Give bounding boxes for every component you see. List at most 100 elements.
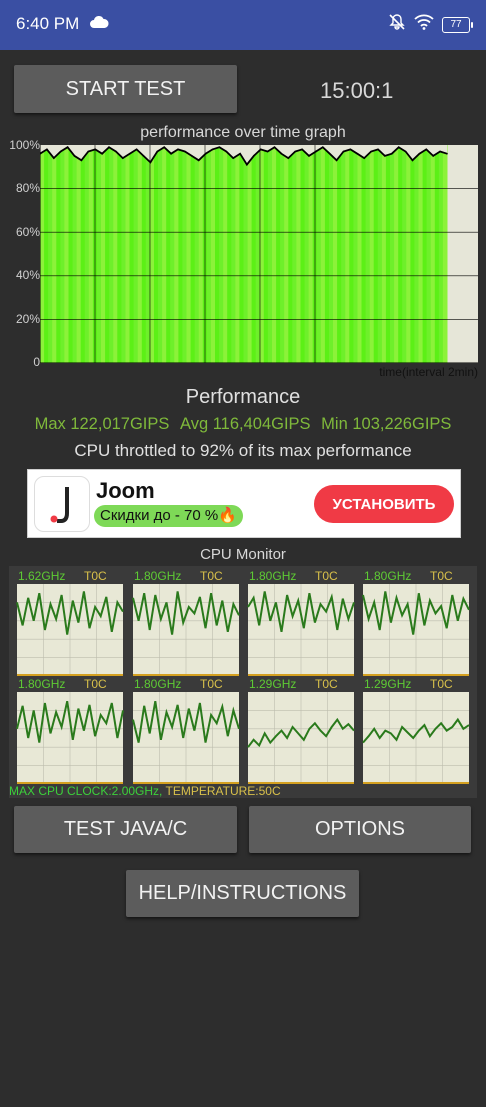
cpu-core-header: 1.80GHz T0C (362, 568, 472, 584)
cpu-core-temperature: T0C (84, 677, 107, 691)
performance-point (397, 146, 400, 148)
options-button[interactable]: OPTIONS (249, 806, 471, 853)
performance-point (239, 152, 241, 155)
performance-point (149, 161, 152, 164)
performance-point (315, 150, 317, 153)
performance-point (122, 157, 124, 159)
performance-point (363, 157, 366, 159)
cpu-core-frequency: 1.62GHz (18, 569, 66, 583)
cpu-core-temperature: T0C (84, 569, 107, 583)
performance-point (259, 148, 262, 151)
cpu-core-header: 1.80GHz T0C (132, 568, 242, 584)
performance-point (197, 159, 200, 162)
performance-point (211, 148, 214, 151)
performance-point (204, 152, 207, 155)
ad-install-button[interactable]: УСТАНОВИТЬ (314, 485, 454, 523)
cpu-core-header: 1.80GHz T0C (16, 676, 126, 692)
cloud-icon (89, 15, 109, 34)
performance-stats: Max 122,017GIPS Avg 116,404GIPS Min 103,… (0, 415, 486, 434)
ad-app-name: Joom (96, 478, 155, 503)
mute-icon (388, 13, 406, 36)
graph-title: performance over time graph (140, 124, 346, 141)
ad-promo-text: Скидки до - 70 %🔥 (94, 505, 243, 527)
performance-point (301, 148, 303, 151)
performance-title: Performance (185, 386, 301, 408)
cpu-core-graph (247, 584, 355, 676)
performance-point (246, 163, 248, 166)
performance-point (177, 148, 179, 151)
cpu-core-frequency: 1.80GHz (134, 677, 182, 691)
cpu-temperature: TEMPERATURE:50C (165, 784, 281, 798)
performance-point (328, 152, 331, 155)
max-cpu-clock: MAX CPU CLOCK:2.00GHz, (9, 784, 163, 798)
cpu-core-frequency: 1.80GHz (18, 677, 66, 691)
cpu-core-temperature: T0C (200, 677, 223, 691)
performance-point (349, 148, 352, 151)
cpu-core-graph (132, 584, 240, 676)
y-tick-0: 0 (33, 355, 40, 369)
performance-point (342, 150, 345, 153)
joom-logo-icon[interactable] (34, 476, 90, 532)
cpu-core-temperature: T0C (200, 569, 223, 583)
cpu-core-graph (362, 584, 470, 676)
performance-point (156, 150, 159, 153)
cpu-core-header: 1.29GHz T0C (247, 676, 357, 692)
help-instructions-button[interactable]: HELP/INSTRUCTIONS (126, 870, 359, 917)
performance-point (253, 155, 255, 157)
performance-point (59, 150, 62, 153)
y-tick-100: 100% (9, 138, 40, 152)
test-timer: 15:00:1 (320, 78, 394, 103)
cpu-core-frequency: 1.80GHz (249, 569, 297, 583)
start-test-button[interactable]: START TEST (14, 65, 237, 113)
cpu-core-frequency: 1.29GHz (364, 677, 412, 691)
performance-point (142, 155, 145, 157)
status-bar: 6:40 PM 77 (0, 0, 486, 50)
battery-icon: 77 (442, 16, 473, 33)
cpu-core-header: 1.80GHz T0C (247, 568, 357, 584)
performance-point (439, 150, 441, 153)
performance-point (280, 152, 283, 155)
performance-point (322, 146, 324, 148)
cpu-core-header: 1.62GHz T0C (16, 568, 126, 584)
performance-point (135, 148, 138, 151)
status-time: 6:40 PM (16, 14, 80, 33)
performance-point (46, 148, 48, 151)
performance-point (432, 155, 435, 157)
y-tick-60: 60% (15, 225, 40, 239)
cpu-core-temperature: T0C (315, 569, 338, 583)
y-tick-40: 40% (15, 268, 40, 282)
ad-banner[interactable]: Joom Скидки до - 70 %🔥 УСТАНОВИТЬ (27, 469, 461, 538)
performance-point (101, 152, 103, 155)
performance-point (384, 155, 386, 157)
cpu-core-graph (132, 692, 240, 784)
cpu-monitor-title: CPU Monitor (200, 546, 286, 563)
performance-point (170, 152, 172, 155)
performance-point (163, 146, 165, 148)
performance-point (287, 157, 290, 159)
performance-point (418, 152, 421, 155)
cpu-core-graph (16, 692, 124, 784)
performance-point (425, 148, 428, 151)
performance-point (73, 155, 76, 157)
graph-x-label: time(interval 2min) (379, 365, 478, 379)
test-java-button[interactable]: TEST JAVA/C (14, 806, 237, 853)
avg-gips: Avg 116,404GIPS (180, 415, 311, 433)
cpu-monitor-panel: 1.62GHz T0C 1.80GHz T0C 1.80GHz T0C 1.80GHz T0C… (9, 566, 477, 798)
max-gips: Max 122,017GIPS (34, 415, 170, 433)
performance-graph (40, 145, 478, 363)
throttle-status: CPU throttled to 92% of its max performa… (74, 441, 412, 460)
performance-point (335, 159, 338, 162)
performance-point (356, 152, 359, 155)
performance-point (446, 152, 448, 155)
cpu-core-graph (362, 692, 470, 784)
performance-point (66, 146, 69, 148)
performance-point (377, 148, 379, 151)
cpu-core-temperature: T0C (430, 677, 453, 691)
y-tick-80: 80% (15, 181, 40, 195)
performance-point (404, 150, 407, 153)
cpu-core-temperature: T0C (315, 677, 338, 691)
cpu-core-header: 1.80GHz T0C (132, 676, 242, 692)
performance-point (115, 150, 117, 153)
performance-point (308, 155, 310, 157)
performance-point (94, 148, 96, 151)
